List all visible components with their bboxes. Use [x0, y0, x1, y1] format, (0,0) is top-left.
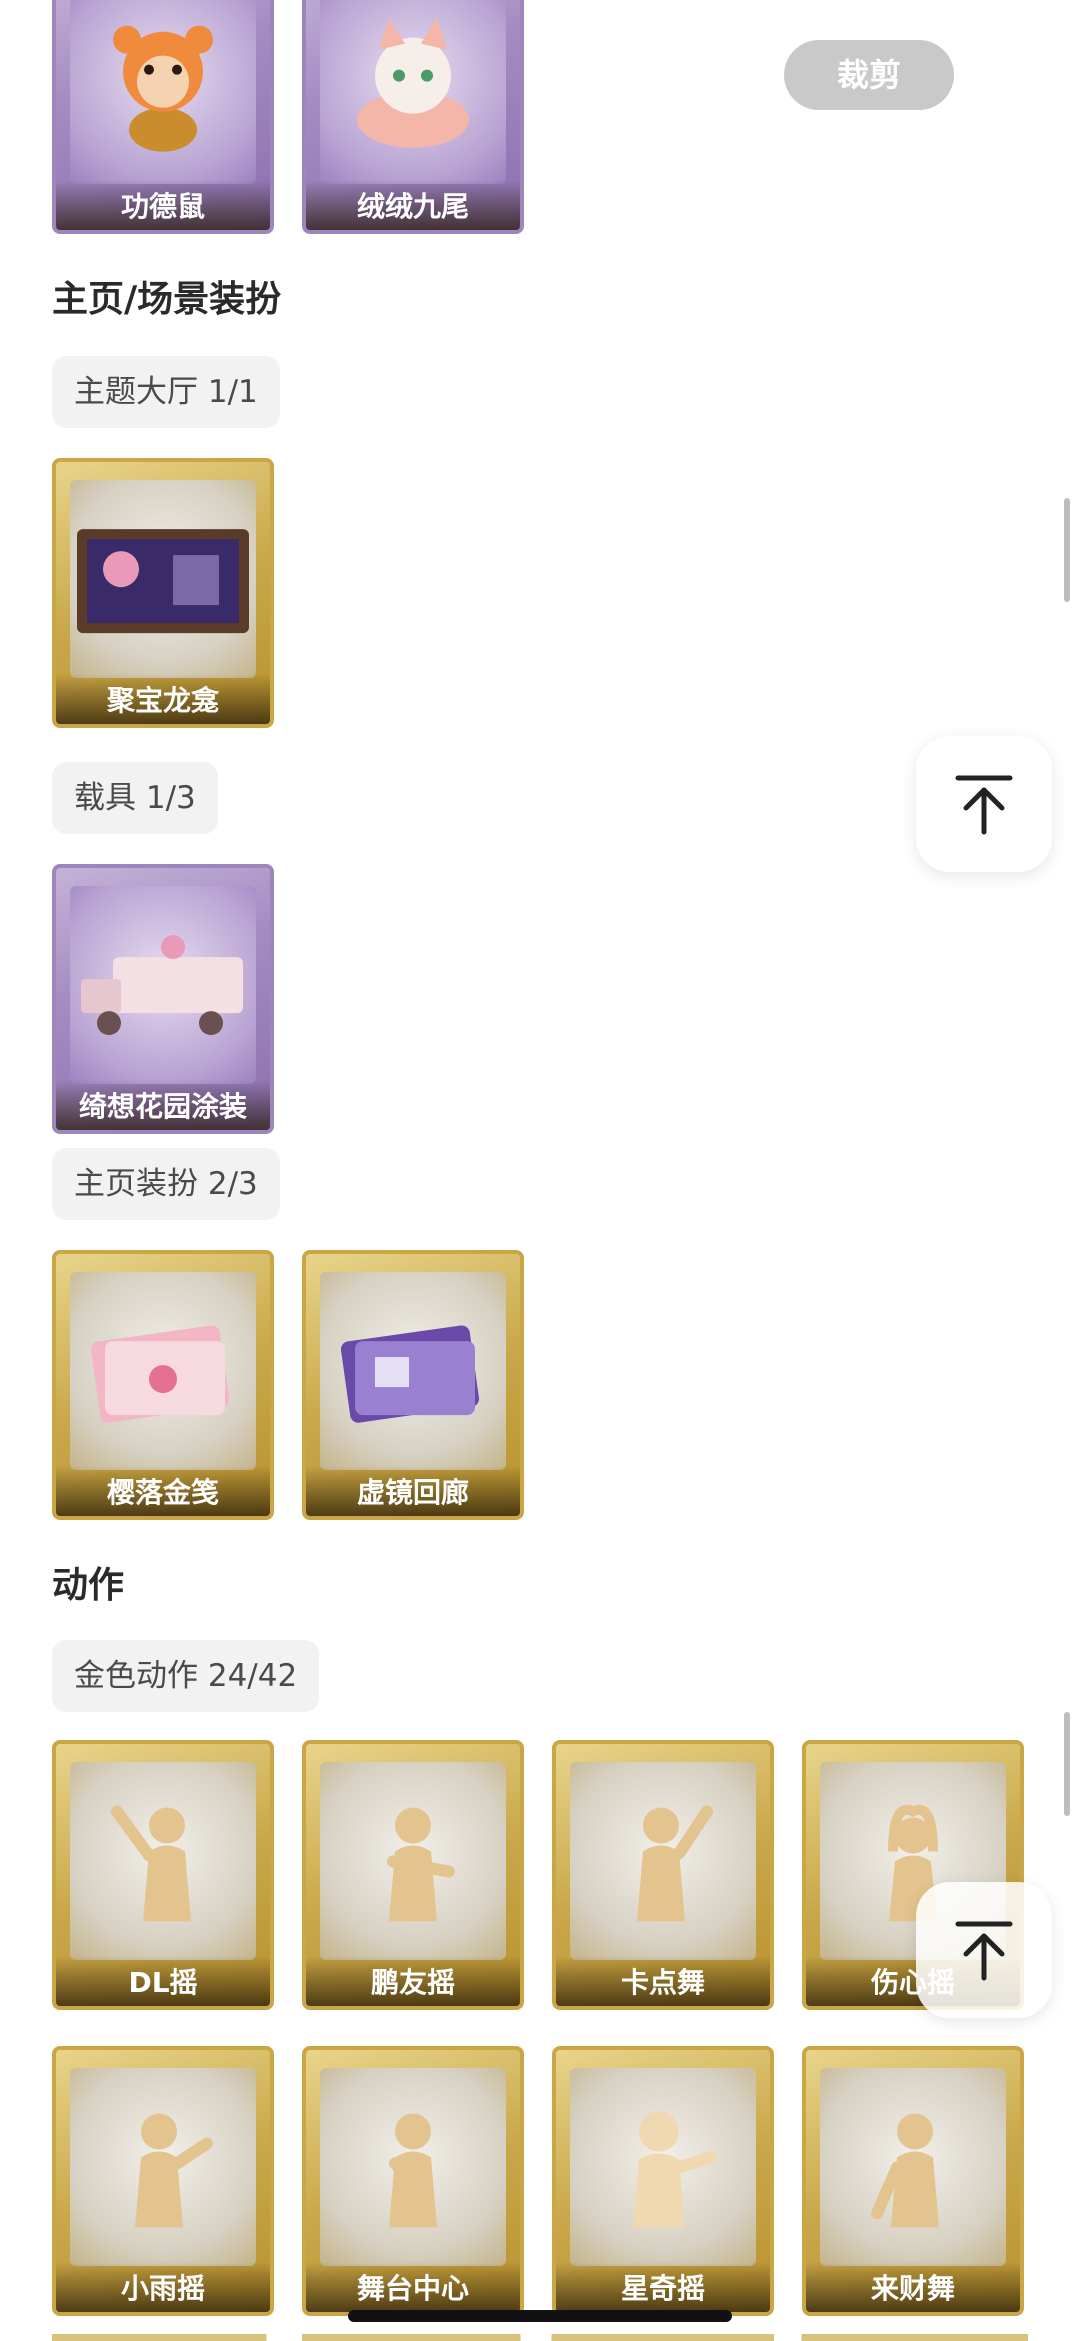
card-label: 来财舞 [806, 2262, 1020, 2312]
card-label: 鹏友摇 [306, 1956, 520, 2006]
scrollbar-thumb-secondary[interactable] [1064, 1712, 1070, 1816]
action-card[interactable]: 星奇摇 [552, 2046, 774, 2316]
dance-pose-icon [103, 2097, 223, 2241]
card-qixiang-huayuan[interactable]: 绮想花园涂装 [52, 864, 274, 1134]
action-card[interactable]: 卡点舞 [552, 1740, 774, 2010]
back-to-top-button-secondary[interactable] [916, 1882, 1052, 2018]
crop-button[interactable]: 裁剪 [784, 40, 954, 110]
card-jubao-longkan[interactable]: 聚宝龙龛 [52, 458, 274, 728]
card-label: 小雨摇 [56, 2262, 270, 2312]
card-label: 虚镜回廊 [306, 1466, 520, 1516]
action-card[interactable]: 小雨摇 [52, 2046, 274, 2316]
dance-pose-icon [853, 2097, 973, 2241]
mouse-character-icon [103, 10, 223, 164]
card-label: DL摇 [56, 1956, 270, 2006]
scene-icon [73, 521, 253, 645]
chip-home-dress[interactable]: 主页装扮 2/3 [52, 1148, 280, 1220]
card-label: 卡点舞 [556, 1956, 770, 2006]
next-row-edge [52, 2334, 1028, 2341]
dance-pose-icon [103, 1791, 223, 1935]
card-yingluo-jinjian[interactable]: 樱落金笺 [52, 1250, 274, 1520]
card-rongrong-jiuwei[interactable]: 绒绒九尾 [302, 0, 524, 234]
card-label: 星奇摇 [556, 2262, 770, 2312]
home-indicator[interactable] [348, 2310, 732, 2322]
dance-pose-icon [353, 2097, 473, 2241]
chip-theme-hall[interactable]: 主题大厅 1/1 [52, 356, 280, 428]
fox-character-icon [343, 10, 483, 164]
vehicle-icon [73, 927, 253, 1051]
card-label: 舞台中心 [306, 2262, 520, 2312]
card-pink-icon [83, 1313, 243, 1437]
card-purple-icon [333, 1313, 493, 1437]
dance-pose-icon [603, 1791, 723, 1935]
scrollbar-thumb[interactable] [1064, 498, 1070, 602]
dance-pose-icon [353, 1791, 473, 1935]
card-label: 聚宝龙龛 [56, 674, 270, 724]
section-title-actions: 动作 [52, 1565, 125, 1606]
card-label: 绒绒九尾 [306, 180, 520, 230]
card-gongdeshu[interactable]: 功德鼠 [52, 0, 274, 234]
section-title-home-scene: 主页/场景装扮 [52, 279, 282, 320]
chip-gold-actions[interactable]: 金色动作 24/42 [52, 1640, 320, 1712]
card-label: 功德鼠 [56, 180, 270, 230]
arrow-up-to-top-icon [955, 775, 1013, 835]
arrow-up-to-top-icon [955, 1921, 1013, 1981]
action-card[interactable]: 舞台中心 [302, 2046, 524, 2316]
back-to-top-button[interactable] [916, 736, 1052, 872]
card-label: 绮想花园涂装 [56, 1080, 270, 1130]
action-card[interactable]: 来财舞 [802, 2046, 1024, 2316]
card-xujing-huilang[interactable]: 虚镜回廊 [302, 1250, 524, 1520]
action-card[interactable]: DL摇 [52, 1740, 274, 2010]
action-card[interactable]: 鹏友摇 [302, 1740, 524, 2010]
dance-pose-icon [603, 2097, 723, 2241]
chip-vehicle[interactable]: 载具 1/3 [52, 762, 218, 834]
card-label: 樱落金笺 [56, 1466, 270, 1516]
